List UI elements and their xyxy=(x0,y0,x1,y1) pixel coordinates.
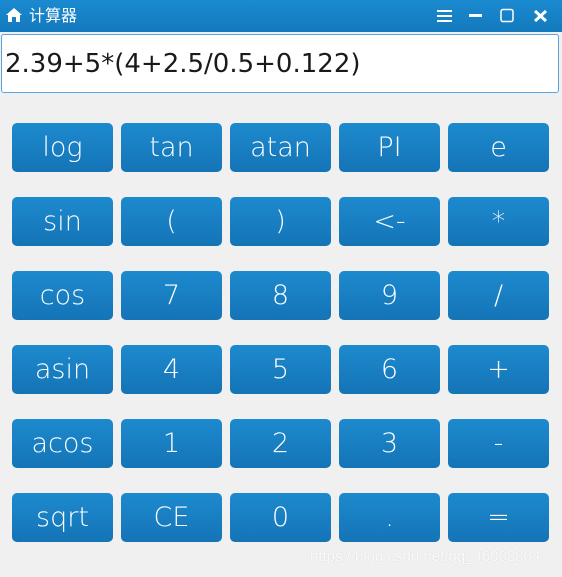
key-asin-button[interactable]: asin xyxy=(12,345,113,394)
title-bar[interactable]: 计算器 xyxy=(0,0,562,32)
key-atan-button[interactable]: atan xyxy=(230,123,331,172)
key-close-paren-button[interactable]: ) xyxy=(230,197,331,246)
key-sqrt-button[interactable]: sqrt xyxy=(12,493,113,542)
key-sin-button[interactable]: sin xyxy=(12,197,113,246)
key-4-button[interactable]: 4 xyxy=(121,345,222,394)
key-log-button[interactable]: log xyxy=(12,123,113,172)
key-6-button[interactable]: 6 xyxy=(339,345,440,394)
key-backspace-button[interactable]: <- xyxy=(339,197,440,246)
key-decimal-point-button[interactable]: . xyxy=(339,493,440,542)
key-multiply-button[interactable]: * xyxy=(448,197,549,246)
minimize-icon[interactable] xyxy=(466,6,486,26)
key-divide-button[interactable]: / xyxy=(448,271,549,320)
key-0-button[interactable]: 0 xyxy=(230,493,331,542)
key-3-button[interactable]: 3 xyxy=(339,419,440,468)
key-9-button[interactable]: 9 xyxy=(339,271,440,320)
home-icon xyxy=(5,7,23,23)
key-1-button[interactable]: 1 xyxy=(121,419,222,468)
key-pi-button[interactable]: PI xyxy=(339,123,440,172)
maximize-icon[interactable] xyxy=(497,6,517,26)
key-2-button[interactable]: 2 xyxy=(230,419,331,468)
hamburger-menu-icon[interactable] xyxy=(435,6,455,26)
key-plus-button[interactable]: + xyxy=(448,345,549,394)
key-open-paren-button[interactable]: ( xyxy=(121,197,222,246)
window-title: 计算器 xyxy=(29,6,78,25)
close-icon[interactable] xyxy=(531,6,551,26)
expression-display[interactable] xyxy=(1,34,559,93)
key-minus-button[interactable]: - xyxy=(448,419,549,468)
key-tan-button[interactable]: tan xyxy=(121,123,222,172)
key-5-button[interactable]: 5 xyxy=(230,345,331,394)
watermark: https://blog.csdn.net/qq_46068864 xyxy=(310,548,541,565)
key-cos-button[interactable]: cos xyxy=(12,271,113,320)
key-euler-e-button[interactable]: e xyxy=(448,123,549,172)
key-clear-entry-button[interactable]: CE xyxy=(121,493,222,542)
key-equals-button[interactable]: = xyxy=(448,493,549,542)
key-7-button[interactable]: 7 xyxy=(121,271,222,320)
key-8-button[interactable]: 8 xyxy=(230,271,331,320)
key-acos-button[interactable]: acos xyxy=(12,419,113,468)
